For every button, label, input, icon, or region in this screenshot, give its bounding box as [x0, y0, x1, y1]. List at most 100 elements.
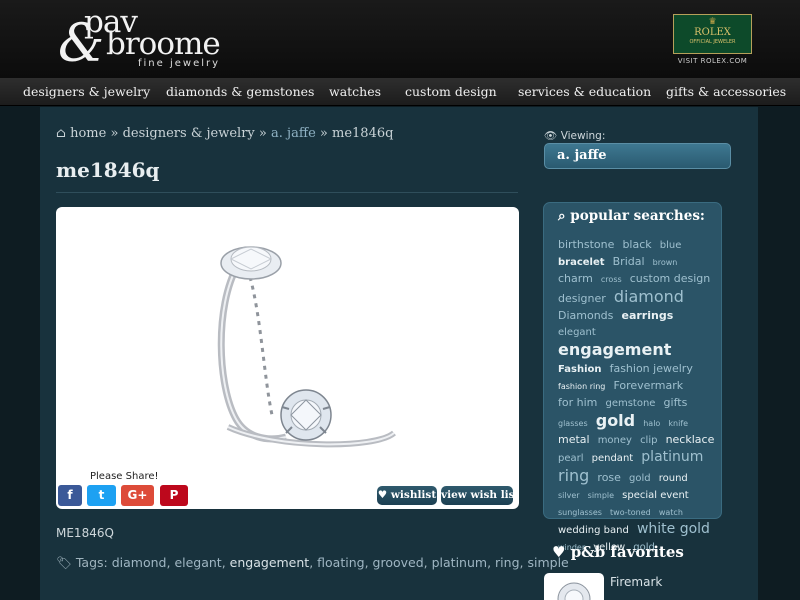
nav-item-services-education[interactable]: services & education	[518, 84, 651, 99]
heart-icon: ♥	[552, 543, 566, 561]
nav-item-designers-jewelry[interactable]: designers & jewelry	[23, 84, 150, 99]
popular-search-tag[interactable]: black	[622, 238, 651, 251]
popular-search-tag[interactable]: designer	[558, 292, 606, 305]
googleplus-icon: G+	[127, 488, 148, 502]
popular-search-tag[interactable]: necklace	[666, 433, 715, 446]
popular-search-tag[interactable]: rose	[597, 471, 621, 484]
tag-link[interactable]: grooved	[373, 555, 424, 570]
home-icon[interactable]: ⌂	[56, 126, 66, 141]
popular-searches-title-text: popular searches:	[570, 208, 705, 224]
popular-search-tag[interactable]: round	[659, 473, 688, 484]
popular-search-tag[interactable]: pendant	[592, 453, 634, 464]
search-icon: ⌕	[558, 208, 566, 224]
viewing-dropdown[interactable]: a. jaffe	[544, 143, 731, 169]
popular-search-tag[interactable]: metal	[558, 433, 590, 446]
eye-icon: 👁	[544, 130, 558, 142]
popular-search-tag[interactable]: money	[598, 435, 632, 446]
tags-label: Tags:	[75, 555, 108, 570]
tag-link[interactable]: diamond	[112, 555, 167, 570]
breadcrumb-home[interactable]: home	[70, 126, 106, 141]
favorite-item-name[interactable]: Firemark	[610, 575, 662, 590]
popular-search-tag[interactable]: gold	[596, 411, 635, 430]
googleplus-share-button[interactable]: G+	[121, 485, 154, 506]
popular-search-tag[interactable]: blue	[660, 240, 682, 251]
popular-search-tag[interactable]: pearl	[558, 453, 584, 464]
tag-link[interactable]: platinum	[432, 555, 487, 570]
popular-search-tag[interactable]: glasses	[558, 419, 588, 428]
popular-search-tag[interactable]: for him	[558, 396, 597, 409]
popular-search-tag[interactable]: bracelet	[558, 257, 605, 268]
tag-link[interactable]: elegant	[174, 555, 221, 570]
tag-link[interactable]: engagement	[230, 555, 310, 570]
popular-search-tag[interactable]: charm	[558, 272, 593, 285]
popular-search-tag[interactable]: Bridal	[613, 255, 645, 268]
share-label: Please Share!	[90, 471, 159, 482]
popular-search-tag[interactable]: fashion ring	[558, 382, 605, 391]
breadcrumb: ⌂ home » designers & jewelry » a. jaffe …	[56, 126, 393, 141]
breadcrumb-section[interactable]: designers & jewelry	[123, 126, 255, 141]
popular-search-tag[interactable]: fashion jewelry	[610, 362, 693, 375]
tag-cloud: birthstone black blue bracelet Bridal br…	[558, 236, 718, 555]
twitter-share-button[interactable]: t	[87, 485, 116, 506]
popular-search-tag[interactable]: gifts	[664, 396, 688, 409]
breadcrumb-separator: »	[258, 126, 267, 141]
rolex-official-text: OFFICIAL JEWELER	[689, 39, 736, 45]
popular-search-tag[interactable]: gold	[629, 473, 651, 484]
popular-search-tag[interactable]: simple	[588, 491, 614, 500]
rolex-name: ROLEX	[694, 27, 731, 38]
popular-search-tag[interactable]: knife	[668, 419, 688, 428]
popular-search-tag[interactable]: silver	[558, 491, 580, 500]
wishlist-button[interactable]: ♥ wishlist	[377, 486, 437, 505]
main-nav: designers & jewelry diamonds & gemstones…	[0, 78, 800, 106]
rolex-badge[interactable]: ♛ ROLEX OFFICIAL JEWELER	[673, 14, 752, 54]
breadcrumb-separator: »	[110, 126, 119, 141]
popular-search-tag[interactable]: ring	[558, 466, 589, 485]
rolex-visit-link[interactable]: VISIT ROLEX.COM	[673, 57, 752, 65]
popular-search-tag[interactable]: watch	[659, 508, 683, 517]
popular-search-tag[interactable]: wedding band	[558, 525, 629, 536]
tag-link[interactable]: ring	[495, 555, 519, 570]
nav-item-watches[interactable]: watches	[329, 84, 381, 99]
tag-link[interactable]: floating	[317, 555, 364, 570]
logo-ampersand: &	[58, 14, 105, 74]
popular-search-tag[interactable]: gemstone	[605, 398, 655, 409]
popular-search-tag[interactable]: white gold	[637, 521, 710, 537]
popular-search-tag[interactable]: diamond	[614, 287, 684, 306]
twitter-icon: t	[98, 488, 105, 502]
popular-searches-panel: ⌕ popular searches: birthstone black blu…	[543, 202, 722, 553]
nav-item-diamonds-gemstones[interactable]: diamonds & gemstones	[166, 84, 314, 99]
popular-search-tag[interactable]: custom design	[630, 272, 711, 285]
site-logo[interactable]: pav & broome fine jewelry	[58, 4, 228, 74]
popular-search-tag[interactable]: clip	[640, 435, 657, 446]
popular-search-tag[interactable]: birthstone	[558, 238, 614, 251]
popular-search-tag[interactable]: Fashion	[558, 364, 601, 375]
nav-item-gifts-accessories[interactable]: gifts & accessories	[666, 84, 786, 99]
popular-search-tag[interactable]: brown	[653, 258, 678, 267]
ring-product-image[interactable]	[206, 237, 396, 452]
popular-search-tag[interactable]: sunglasses	[558, 508, 602, 517]
pinterest-share-button[interactable]: P	[160, 485, 188, 506]
popular-search-tag[interactable]: two-toned	[610, 508, 651, 517]
facebook-share-button[interactable]: f	[58, 485, 82, 506]
nav-item-custom-design[interactable]: custom design	[405, 84, 497, 99]
favorites-title: ♥ p&b favorites	[552, 543, 684, 561]
tags-icon: 🏷	[56, 555, 72, 570]
popular-search-tag[interactable]: Forevermark	[613, 379, 683, 392]
breadcrumb-brand[interactable]: a. jaffe	[271, 126, 316, 141]
view-wish-list-button[interactable]: view wish list	[441, 486, 519, 505]
heart-icon: ♥	[377, 489, 388, 501]
popular-search-tag[interactable]: engagement	[558, 340, 671, 359]
popular-searches-title: ⌕ popular searches:	[558, 208, 705, 224]
viewing-label: 👁 Viewing:	[544, 129, 605, 142]
popular-search-tag[interactable]: elegant	[558, 327, 596, 338]
favorite-thumbnail[interactable]	[544, 573, 604, 600]
popular-search-tag[interactable]: Diamonds	[558, 309, 613, 322]
popular-search-tag[interactable]: special event	[622, 490, 689, 501]
product-tags: 🏷 Tags: diamond, elegant, engagement, fl…	[56, 555, 569, 570]
popular-search-tag[interactable]: platinum	[641, 449, 703, 465]
popular-search-tag[interactable]: halo	[643, 419, 660, 428]
popular-search-tag[interactable]: earrings	[622, 309, 674, 322]
rolex-crown-icon: ♛	[708, 17, 717, 27]
site-header: pav & broome fine jewelry ♛ ROLEX OFFICI…	[0, 0, 800, 78]
popular-search-tag[interactable]: cross	[601, 275, 622, 284]
